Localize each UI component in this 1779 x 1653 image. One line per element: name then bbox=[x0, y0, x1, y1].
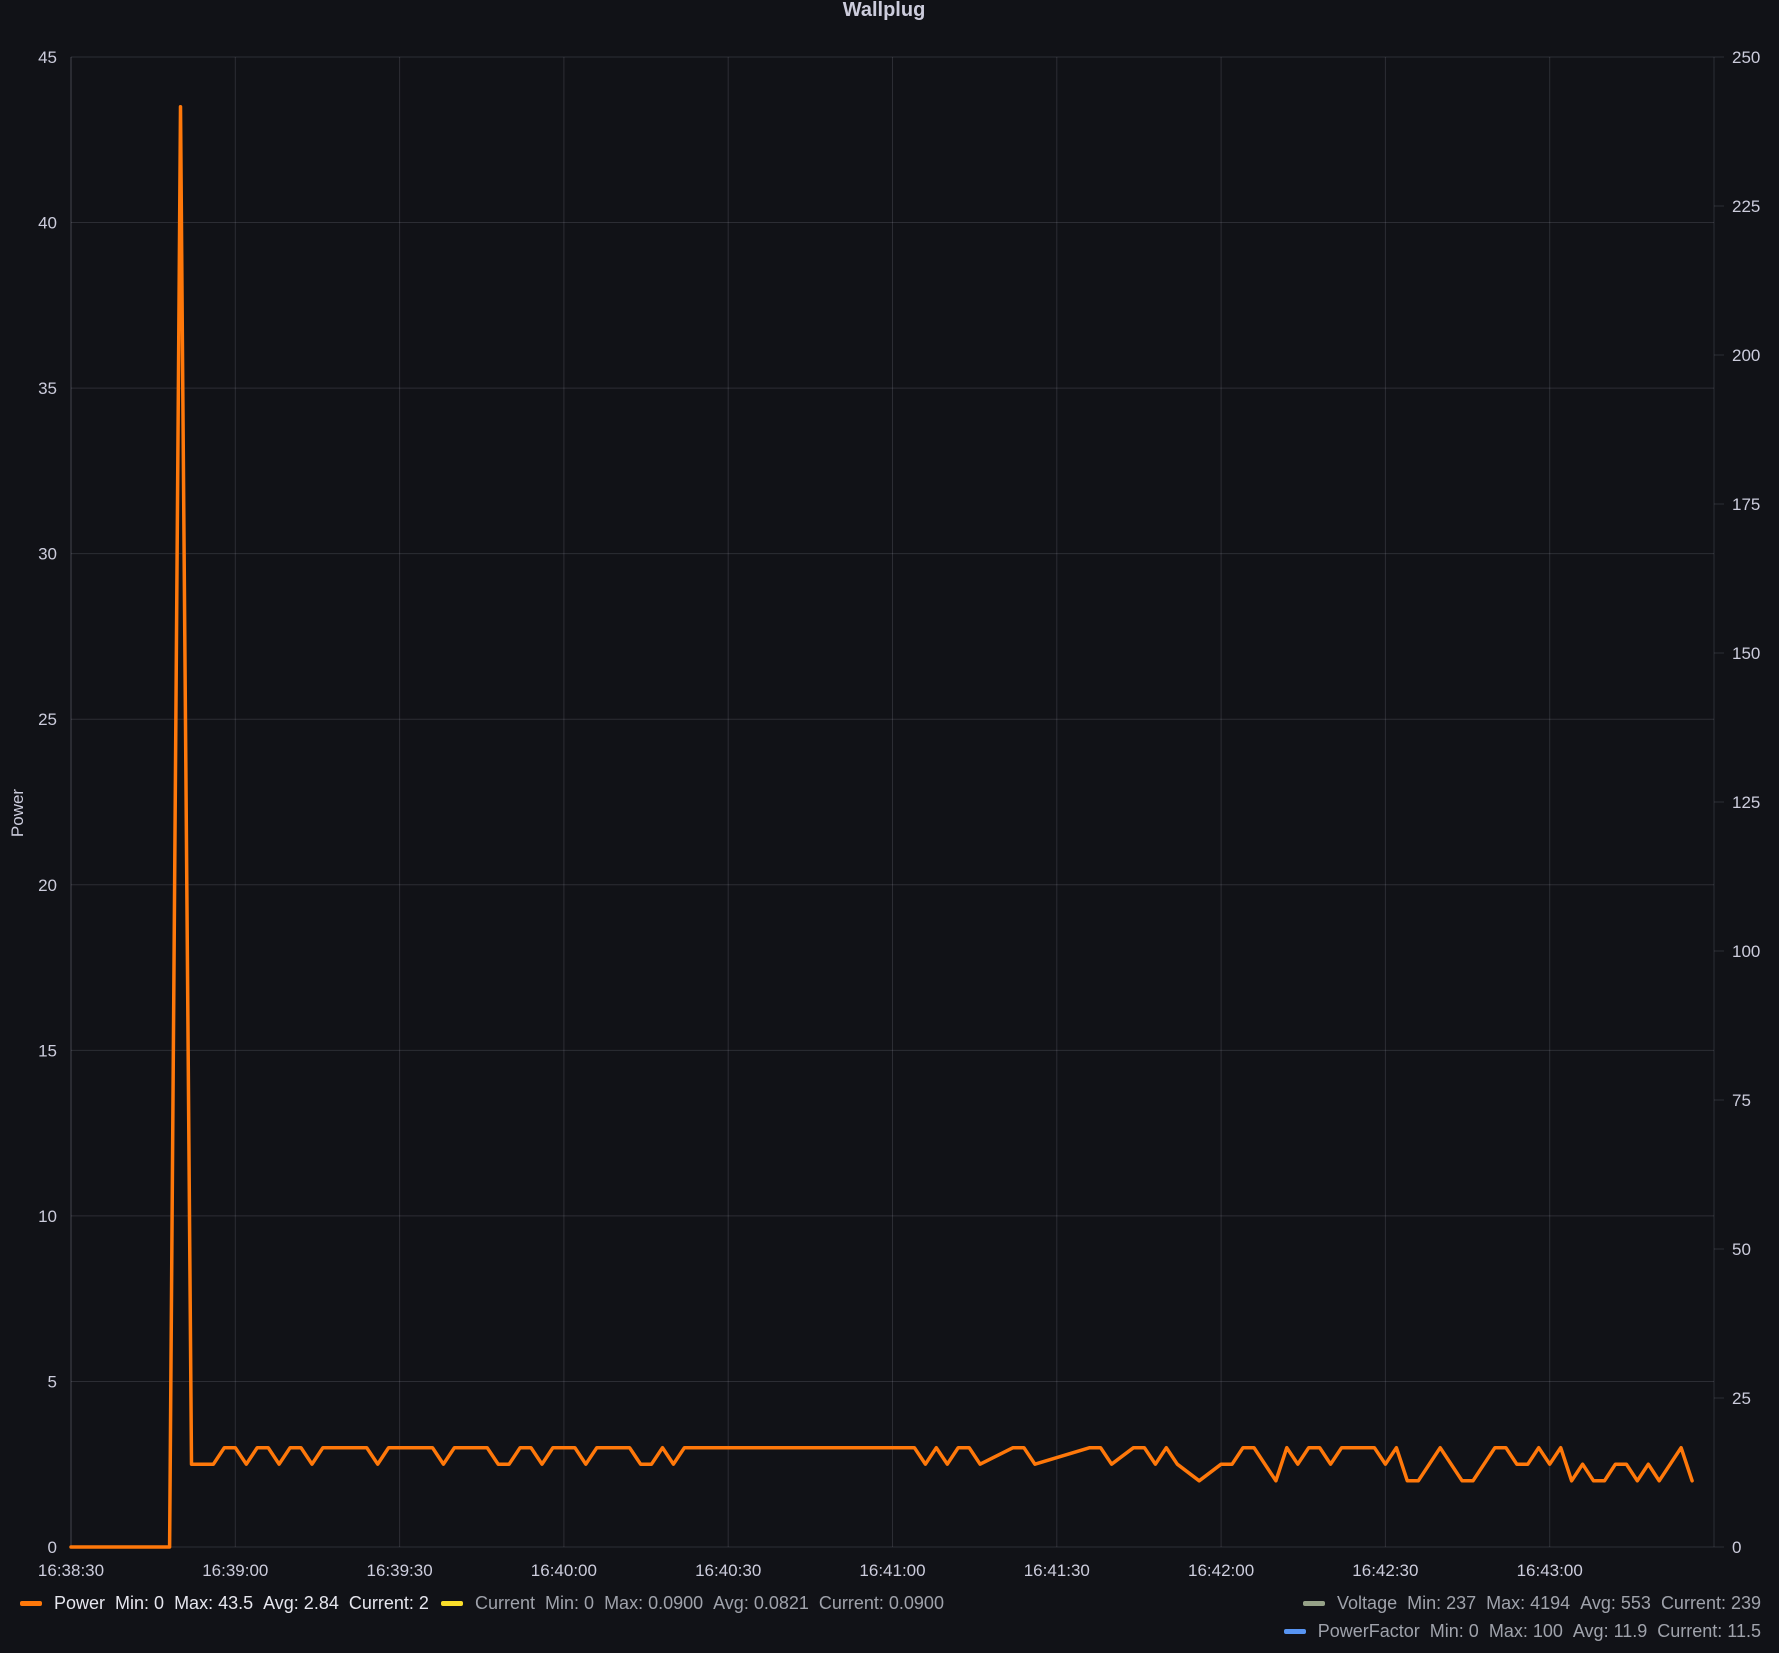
legend-current: Current: 11.5 bbox=[1657, 1621, 1761, 1641]
y-tick-label: 0 bbox=[48, 1538, 57, 1557]
y2-tick-label: 125 bbox=[1732, 793, 1760, 812]
y-tick-label: 40 bbox=[38, 214, 57, 233]
y-axis-left: 0 5 10 15 20 25 30 35 40 45 bbox=[38, 48, 57, 1557]
legend-item-power[interactable]: Power Min: 0 Max: 43.5 Avg: 2.84 Current… bbox=[20, 1593, 439, 1614]
legend-avg: Avg: 0.0821 bbox=[713, 1593, 809, 1613]
chart-title: Wallplug bbox=[843, 0, 926, 21]
y2-tick-label: 250 bbox=[1732, 48, 1760, 67]
legend-swatch-voltage bbox=[1303, 1601, 1326, 1606]
legend-name: Power bbox=[54, 1593, 106, 1613]
legend-min: Min: 0 bbox=[545, 1593, 595, 1613]
legend-current: Current: 0.0900 bbox=[818, 1593, 944, 1613]
y2-tick-label: 50 bbox=[1732, 1240, 1751, 1259]
y2-tick-label: 175 bbox=[1732, 495, 1760, 514]
y-tick-label: 15 bbox=[38, 1041, 57, 1060]
x-tick-label: 16:42:00 bbox=[1188, 1561, 1254, 1580]
y2-tick-label: 225 bbox=[1732, 197, 1760, 216]
legend-item-voltage[interactable]: Voltage Min: 237 Max: 4194 Avg: 553 Curr… bbox=[1303, 1593, 1761, 1614]
legend-current: Current: 2 bbox=[348, 1593, 429, 1613]
series-line-power bbox=[69, 104, 1694, 1549]
x-axis: 16:38:30 16:39:00 16:39:30 16:40:00 16:40:30… bbox=[38, 1561, 1583, 1580]
legend-name: Current bbox=[475, 1593, 536, 1613]
legend-avg: Avg: 2.84 bbox=[263, 1593, 339, 1613]
wallplug-chart: Wallplug 0 5 10 15 20 25 30 35 40 45 0 25 50 75 100 12… bbox=[8, 0, 1760, 1580]
y2-tick-label: 100 bbox=[1732, 942, 1760, 961]
y2-tick-label: 75 bbox=[1732, 1091, 1751, 1110]
legend-max: Max: 100 bbox=[1488, 1621, 1563, 1641]
y2-tick-label: 150 bbox=[1732, 644, 1760, 663]
legend-current: Current: 239 bbox=[1660, 1593, 1761, 1613]
y2-tick-label: 25 bbox=[1732, 1389, 1751, 1408]
legend-swatch-powerfactor bbox=[1283, 1629, 1306, 1634]
x-tick-label: 16:40:00 bbox=[531, 1561, 597, 1580]
legend-min: Min: 0 bbox=[115, 1593, 165, 1613]
y-tick-label: 35 bbox=[38, 379, 57, 398]
legend-min: Min: 237 bbox=[1407, 1593, 1477, 1613]
x-tick-label: 16:39:30 bbox=[367, 1561, 433, 1580]
y-tick-label: 20 bbox=[38, 876, 57, 895]
x-tick-label: 16:43:00 bbox=[1517, 1561, 1583, 1580]
y-axis-label: Power bbox=[8, 789, 27, 838]
x-tick-label: 16:41:00 bbox=[859, 1561, 925, 1580]
x-tick-label: 16:39:00 bbox=[202, 1561, 268, 1580]
y-axis-right: 0 25 50 75 100 125 150 175 200 225 250 bbox=[1714, 48, 1760, 1557]
legend-max: Max: 4194 bbox=[1486, 1593, 1571, 1613]
legend-name: PowerFactor bbox=[1317, 1621, 1420, 1641]
x-tick-label: 16:40:30 bbox=[695, 1561, 761, 1580]
y-tick-label: 45 bbox=[38, 48, 57, 67]
legend-item-powerfactor[interactable]: PowerFactor Min: 0 Max: 100 Avg: 11.9 Cu… bbox=[1283, 1621, 1761, 1642]
legend-swatch-current bbox=[441, 1601, 463, 1606]
legend-name: Voltage bbox=[1337, 1593, 1398, 1613]
x-tick-label: 16:41:30 bbox=[1024, 1561, 1090, 1580]
y2-tick-label: 0 bbox=[1732, 1538, 1741, 1557]
y-tick-label: 5 bbox=[48, 1372, 57, 1391]
legend-max: Max: 0.0900 bbox=[604, 1593, 704, 1613]
legend-avg: Avg: 553 bbox=[1580, 1593, 1651, 1613]
series-group bbox=[69, 104, 1694, 1549]
legend-avg: Avg: 11.9 bbox=[1572, 1621, 1648, 1641]
legend-item-current[interactable]: Current Min: 0 Max: 0.0900 Avg: 0.0821 C… bbox=[441, 1593, 954, 1614]
y-tick-label: 10 bbox=[38, 1207, 57, 1226]
legend-max: Max: 43.5 bbox=[174, 1593, 254, 1613]
x-tick-label: 16:38:30 bbox=[38, 1561, 104, 1580]
legend-swatch-power bbox=[20, 1601, 42, 1606]
y2-tick-label: 200 bbox=[1732, 346, 1760, 365]
x-tick-label: 16:42:30 bbox=[1352, 1561, 1418, 1580]
grid bbox=[70, 56, 1715, 1548]
legend-min: Min: 0 bbox=[1429, 1621, 1479, 1641]
y-tick-label: 25 bbox=[38, 710, 57, 729]
y-tick-label: 30 bbox=[38, 545, 57, 564]
